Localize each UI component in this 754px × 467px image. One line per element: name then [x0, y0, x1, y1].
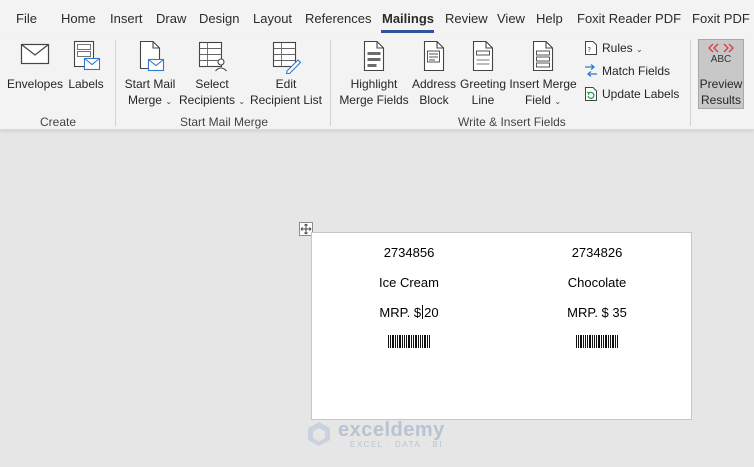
chevron-down-icon: ⌄: [636, 45, 643, 54]
text-cursor: [422, 305, 424, 319]
tab-file[interactable]: File: [16, 11, 37, 26]
edit-recipient-list-icon: [272, 41, 302, 74]
tab-review[interactable]: Review: [445, 11, 488, 26]
ribbon: Envelopes Labels Create Start Mail Merge…: [0, 34, 754, 130]
labels-icon: [73, 40, 101, 71]
highlight-merge-fields-button[interactable]: Highlight Merge Fields: [338, 40, 410, 110]
labels-button[interactable]: Labels: [66, 40, 106, 102]
group-label-write-insert-fields: Write & Insert Fields: [458, 115, 566, 129]
chevron-down-icon: ⌄: [554, 97, 562, 106]
preview-arrows-icon: [708, 43, 734, 53]
group-separator: [115, 40, 116, 126]
group-label-create: Create: [40, 115, 77, 129]
tab-draw[interactable]: Draw: [156, 11, 186, 26]
tab-references[interactable]: References: [305, 11, 371, 26]
select-recipients-icon: [198, 41, 227, 72]
address-block-button[interactable]: Address Block: [410, 40, 458, 110]
document-page[interactable]: 2734856 Ice Cream MRP. $20 2734826 Choco…: [311, 232, 692, 420]
exceldemy-logo-icon: [308, 422, 330, 446]
update-labels-icon: [585, 87, 597, 101]
group-separator: [690, 40, 691, 126]
tab-insert[interactable]: Insert: [110, 11, 143, 26]
product-price: MRP. $20: [379, 305, 439, 320]
greeting-line-icon: [472, 40, 494, 72]
envelopes-button[interactable]: Envelopes: [6, 40, 64, 102]
rules-icon: ?: [585, 41, 597, 55]
address-block-icon: [423, 40, 445, 72]
group-label-start-mail-merge: Start Mail Merge: [180, 115, 269, 129]
chevron-down-icon: ⌄: [165, 97, 173, 106]
select-recipients-button[interactable]: Select Recipients ⌄: [179, 40, 245, 110]
ribbon-tab-bar: File Home Insert Draw Design Layout Refe…: [0, 0, 754, 34]
tab-layout[interactable]: Layout: [253, 11, 292, 26]
tab-view[interactable]: View: [497, 11, 525, 26]
match-fields-icon: [585, 64, 597, 77]
tab-home[interactable]: Home: [61, 11, 96, 26]
group-separator: [330, 40, 331, 126]
product-code: 2734826: [571, 245, 623, 260]
tab-design[interactable]: Design: [199, 11, 239, 26]
product-name: Chocolate: [567, 275, 627, 290]
insert-merge-field-icon: [532, 40, 554, 72]
product-code: 2734856: [383, 245, 435, 260]
watermark-logo: exceldemy EXCEL · DATA · BI: [305, 419, 455, 455]
barcode-icon: [388, 335, 430, 348]
tab-help[interactable]: Help: [536, 11, 563, 26]
product-name: Ice Cream: [379, 275, 439, 290]
tab-mailings[interactable]: Mailings: [382, 11, 434, 26]
tab-foxit-pdf[interactable]: Foxit PDF: [692, 11, 750, 26]
edit-recipient-list-button[interactable]: Edit Recipient List: [248, 40, 324, 110]
chevron-down-icon: ⌄: [238, 97, 246, 106]
start-mail-merge-button[interactable]: Start Mail Merge ⌄: [121, 40, 179, 110]
label-cell: 2734856 Ice Cream MRP. $20: [314, 233, 504, 419]
greeting-line-button[interactable]: Greeting Line: [458, 40, 508, 110]
preview-results-button[interactable]: ABC Preview Results: [698, 39, 744, 109]
envelope-icon: [20, 43, 50, 65]
start-mail-merge-icon: [139, 40, 165, 72]
tab-foxit-reader-pdf[interactable]: Foxit Reader PDF: [577, 11, 681, 26]
active-tab-indicator: [381, 30, 434, 33]
highlight-merge-fields-icon: [363, 40, 385, 72]
product-price: MRP. $ 35: [567, 305, 627, 320]
label-cell: 2734826 Chocolate MRP. $ 35: [502, 233, 692, 419]
barcode-icon: [576, 335, 618, 348]
insert-merge-field-button[interactable]: Insert Merge Field ⌄: [508, 40, 578, 110]
svg-text:?: ?: [587, 46, 591, 54]
